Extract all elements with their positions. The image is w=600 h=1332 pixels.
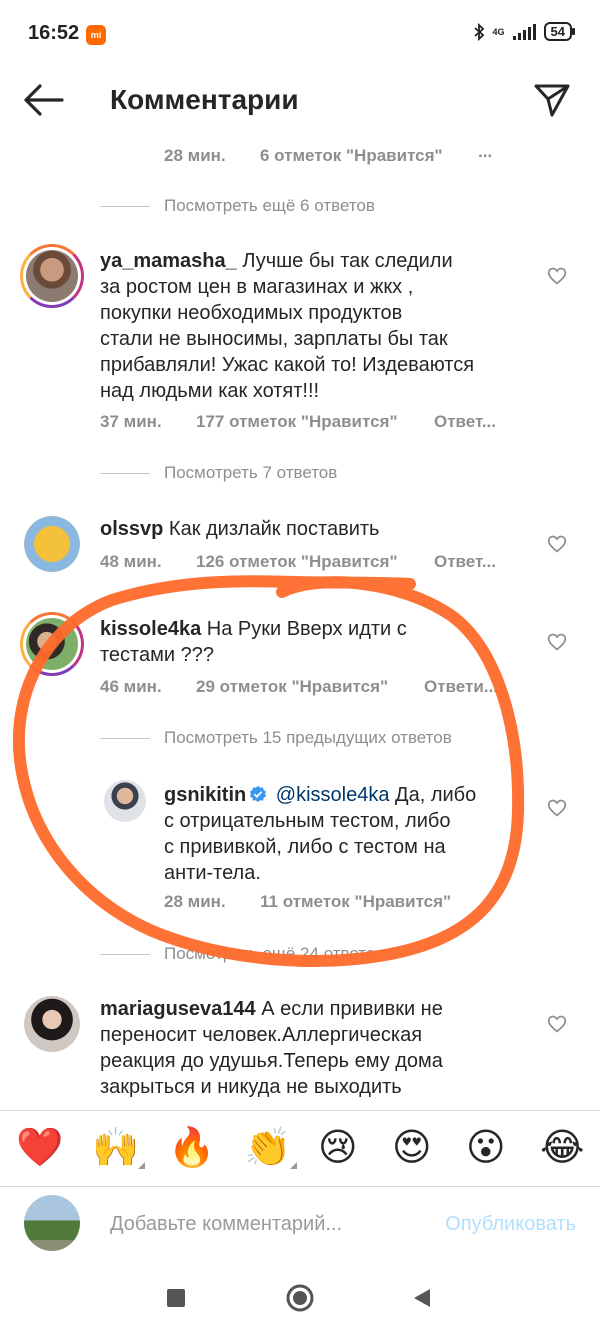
comment-username[interactable]: kissole4ka — [100, 618, 201, 640]
comment-text: На Руки Вверх идти с — [206, 618, 407, 640]
current-user-avatar — [24, 1195, 80, 1251]
avatar[interactable] — [104, 780, 146, 822]
comment-username[interactable]: mariaguseva144 — [100, 998, 256, 1020]
comment-username[interactable]: gsnikitin — [164, 784, 246, 806]
comment-likes[interactable]: 177 отметок "Нравится" — [196, 412, 398, 432]
status-bar: 16:52 mi 4G 54 — [0, 0, 600, 70]
network-type: 4G — [492, 26, 505, 37]
battery-icon: 54 — [543, 22, 576, 41]
heart-eyes-emoji-icon[interactable]: 😍 — [392, 1127, 432, 1169]
like-heart-icon[interactable] — [547, 632, 567, 652]
emoji-quick-bar: ❤️ 🙌 🔥 👏 😢 😍 😮 😂 — [0, 1110, 600, 1186]
comment-username[interactable]: olssvp — [100, 518, 163, 540]
reply-meta-time: 28 мин. — [164, 146, 226, 165]
comment-time: 37 мин. — [100, 412, 162, 431]
recent-apps-icon[interactable] — [166, 1288, 186, 1308]
reply-time: 28 мин. — [164, 892, 226, 911]
comment-text: Как дизлайк поставить — [168, 518, 380, 540]
comment-input[interactable]: Добавьте комментарий... — [110, 1213, 342, 1236]
comment-likes[interactable]: 126 отметок "Нравится" — [196, 552, 398, 572]
direct-send-icon[interactable] — [532, 80, 572, 120]
comment-text: с отрицательным тестом, либо — [164, 810, 451, 832]
view-more-label: Посмотреть ещё 6 ответов — [164, 196, 375, 215]
divider — [100, 953, 150, 955]
system-icons: 4G 54 — [473, 22, 576, 41]
divider — [100, 737, 150, 739]
comment-text: прибавляли! Ужас какой то! Издеваются — [100, 354, 475, 376]
like-heart-icon[interactable] — [547, 1014, 567, 1034]
red-heart-emoji-icon[interactable]: ❤️ — [16, 1127, 63, 1169]
android-navigation-bar — [0, 1262, 600, 1332]
comment-text: покупки необходимых продуктов — [100, 302, 403, 324]
view-more-label: Посмотреть ещё 24 ответа — [164, 944, 376, 963]
back-arrow-icon[interactable] — [22, 82, 64, 118]
tears-of-joy-emoji-icon[interactable]: 😂 — [540, 1127, 584, 1169]
comment-composer: Добавьте комментарий... Опубликовать — [0, 1186, 600, 1262]
comment-text: над людьми как хотят!!! — [100, 380, 320, 402]
comment-text: с прививкой, либо с тестом на — [164, 836, 446, 858]
comment: ya_mamasha_ Лучше бы так следили за рост… — [100, 248, 530, 404]
comment-text: А если прививки не — [261, 998, 443, 1020]
status-time: 16:52 — [28, 22, 80, 44]
avatar[interactable] — [20, 244, 84, 308]
mention-link[interactable]: @kissole4ka — [276, 784, 390, 806]
back-triangle-icon[interactable] — [412, 1287, 432, 1309]
reply-meta-likes[interactable]: 6 отметок "Нравится" — [260, 146, 443, 166]
reply-button[interactable]: Ответи... — [424, 677, 498, 697]
view-more-replies[interactable]: Посмотреть ещё 6 ответов — [100, 196, 375, 216]
avatar[interactable] — [20, 612, 84, 676]
publish-button[interactable]: Опубликовать — [445, 1213, 576, 1236]
view-more-replies[interactable]: Посмотреть ещё 24 ответа — [100, 944, 375, 964]
reply-button[interactable]: Ответ... — [434, 552, 496, 572]
comment: mariaguseva144 А если прививки не перено… — [100, 996, 530, 1100]
comment-text: анти-тела. — [164, 862, 261, 884]
reply-comment: gsnikitin @kissole4ka Да, либо с отрицат… — [164, 782, 524, 886]
comment: olssvp Как дизлайк поставить — [100, 516, 530, 542]
page-title: Комментарии — [110, 84, 299, 115]
like-heart-icon[interactable] — [547, 798, 567, 818]
home-icon[interactable] — [286, 1284, 314, 1312]
comment-text: реакция до удушья.Теперь ему дома — [100, 1050, 443, 1072]
reply-likes[interactable]: 11 отметок "Нравится" — [260, 892, 451, 912]
view-more-replies[interactable]: Посмотреть 7 ответов — [100, 463, 337, 483]
view-more-label: Посмотреть 7 ответов — [164, 463, 338, 482]
clapping-hands-emoji-icon[interactable]: 👏 — [244, 1127, 298, 1169]
skin-tone-indicator — [290, 1162, 298, 1169]
comment-text: стали не выносимы, зарплаты бы так — [100, 328, 448, 350]
comment-time: 46 мин. — [100, 677, 162, 696]
comment-username[interactable]: ya_mamasha_ — [100, 250, 237, 272]
bluetooth-icon — [473, 22, 484, 41]
view-more-label: Посмотреть 15 предыдущих ответов — [164, 728, 452, 747]
comment-time: 48 мин. — [100, 552, 162, 571]
reply-button[interactable]: Ответ... — [434, 412, 496, 432]
comment-likes[interactable]: 29 отметок "Нравится" — [196, 677, 388, 697]
reply-more-button[interactable]: ... — [478, 142, 492, 162]
raising-hands-emoji-icon[interactable]: 🙌 — [92, 1127, 146, 1169]
comment-text: тестами ??? — [100, 644, 214, 666]
divider — [100, 205, 150, 207]
avatar[interactable] — [24, 996, 80, 1052]
comment-text: переносит человек.Аллергическая — [100, 1024, 423, 1046]
like-heart-icon[interactable] — [547, 266, 567, 286]
view-previous-replies[interactable]: Посмотреть 15 предыдущих ответов — [100, 728, 452, 748]
fire-emoji-icon[interactable]: 🔥 — [168, 1127, 215, 1169]
comment-text: Да, либо — [395, 784, 477, 806]
surprised-face-emoji-icon[interactable]: 😮 — [466, 1127, 506, 1169]
comment-text: закрыться и никуда не выходить — [100, 1076, 402, 1098]
like-heart-icon[interactable] — [547, 534, 567, 554]
crying-face-emoji-icon[interactable]: 😢 — [318, 1127, 358, 1169]
avatar[interactable] — [24, 516, 80, 572]
mi-notification-icon: mi — [86, 25, 106, 45]
verified-badge-icon — [250, 785, 267, 803]
skin-tone-indicator — [138, 1162, 146, 1169]
signal-icon — [512, 23, 536, 40]
comment-text: Лучше бы так следили — [242, 250, 453, 272]
header: Комментарии — [0, 70, 600, 132]
comment-text: за ростом цен в магазинах и жкх , — [100, 276, 414, 298]
divider — [100, 472, 150, 474]
comment: kissole4ka На Руки Вверх идти с тестами … — [100, 616, 530, 668]
